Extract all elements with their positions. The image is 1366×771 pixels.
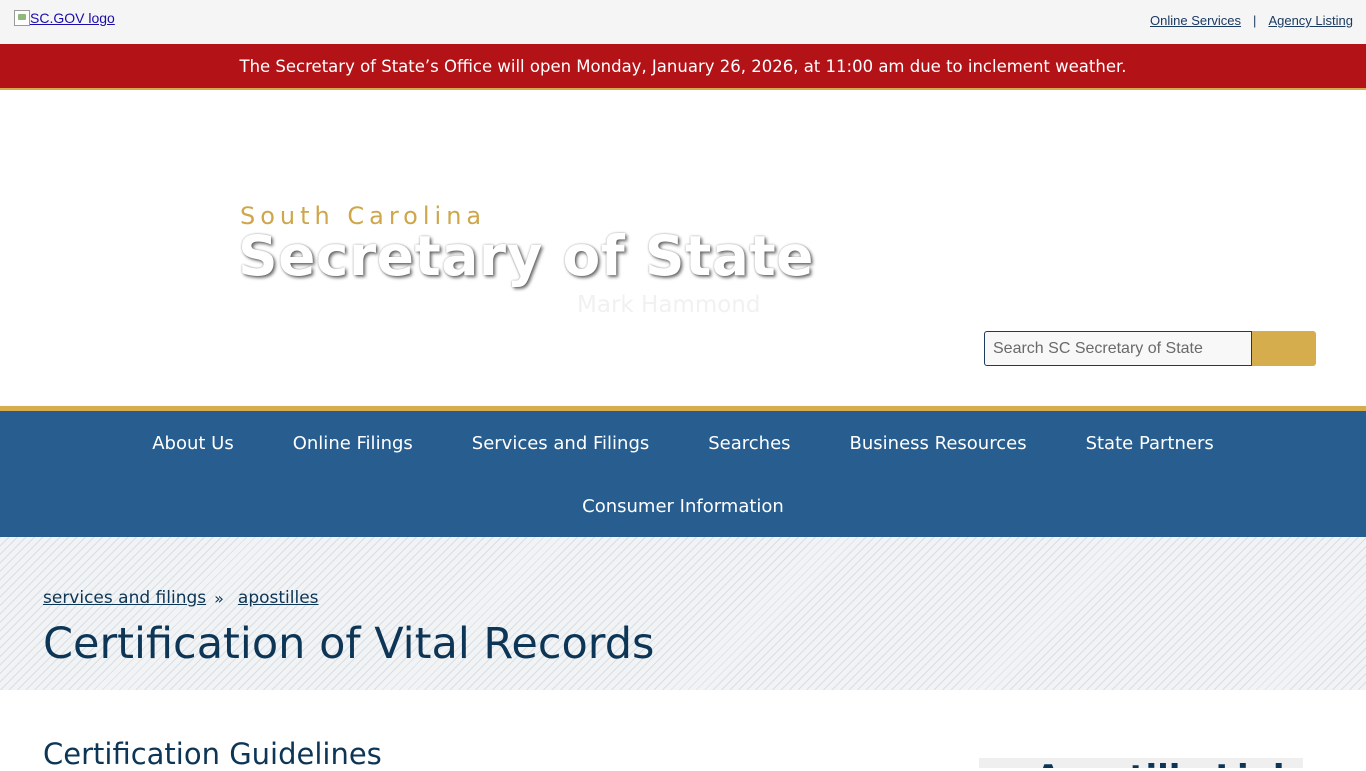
- sc-gov-logo-link[interactable]: SC.GOV logo: [14, 10, 115, 26]
- brand-title[interactable]: Secretary of State: [238, 224, 814, 288]
- breadcrumb-apostilles[interactable]: apostilles: [238, 588, 319, 608]
- utility-links: Online Services | Agency Listing: [1150, 13, 1353, 28]
- page-hero: services and filings » apostilles Certif…: [0, 537, 1366, 690]
- nav-services-and-filings[interactable]: Services and Filings: [442, 433, 678, 454]
- nav-consumer-information[interactable]: Consumer Information: [553, 496, 814, 517]
- broken-image-icon: [14, 10, 30, 26]
- main-nav: About Us Online Filings Services and Fil…: [0, 406, 1366, 537]
- nav-state-partners[interactable]: State Partners: [1056, 433, 1243, 454]
- nav-searches[interactable]: Searches: [679, 433, 820, 454]
- alert-text: The Secretary of State’s Office will ope…: [239, 56, 1127, 76]
- agency-listing-link[interactable]: Agency Listing: [1268, 13, 1353, 28]
- page-title: Certification of Vital Records: [43, 619, 655, 669]
- breadcrumb-separator: »: [214, 588, 224, 608]
- search-input[interactable]: [984, 331, 1252, 366]
- search-button[interactable]: [1252, 331, 1316, 366]
- nav-row: Consumer Information: [0, 496, 1366, 517]
- sc-gov-logo-alt: SC.GOV logo: [30, 10, 115, 26]
- nav-online-filings[interactable]: Online Filings: [263, 433, 442, 454]
- online-services-link[interactable]: Online Services: [1150, 13, 1241, 28]
- link-separator: |: [1253, 13, 1257, 28]
- breadcrumb: services and filings » apostilles: [43, 588, 319, 608]
- section-title: Certification Guidelines: [43, 737, 382, 771]
- site-header: South Carolina Secretary of State Mark H…: [0, 90, 1366, 406]
- site-search: [984, 331, 1316, 366]
- sidebar-box: Apostille Links: [979, 758, 1303, 768]
- alert-banner: The Secretary of State’s Office will ope…: [0, 44, 1366, 90]
- nav-about-us[interactable]: About Us: [123, 433, 264, 454]
- breadcrumb-services-and-filings[interactable]: services and filings: [43, 588, 206, 608]
- nav-row: About Us Online Filings Services and Fil…: [0, 433, 1366, 454]
- utility-bar: SC.GOV logo Online Services | Agency Lis…: [0, 0, 1366, 44]
- sidebar-title: Apostille Links: [1035, 758, 1303, 768]
- brand-officer: Mark Hammond: [577, 292, 761, 318]
- nav-business-resources[interactable]: Business Resources: [820, 433, 1056, 454]
